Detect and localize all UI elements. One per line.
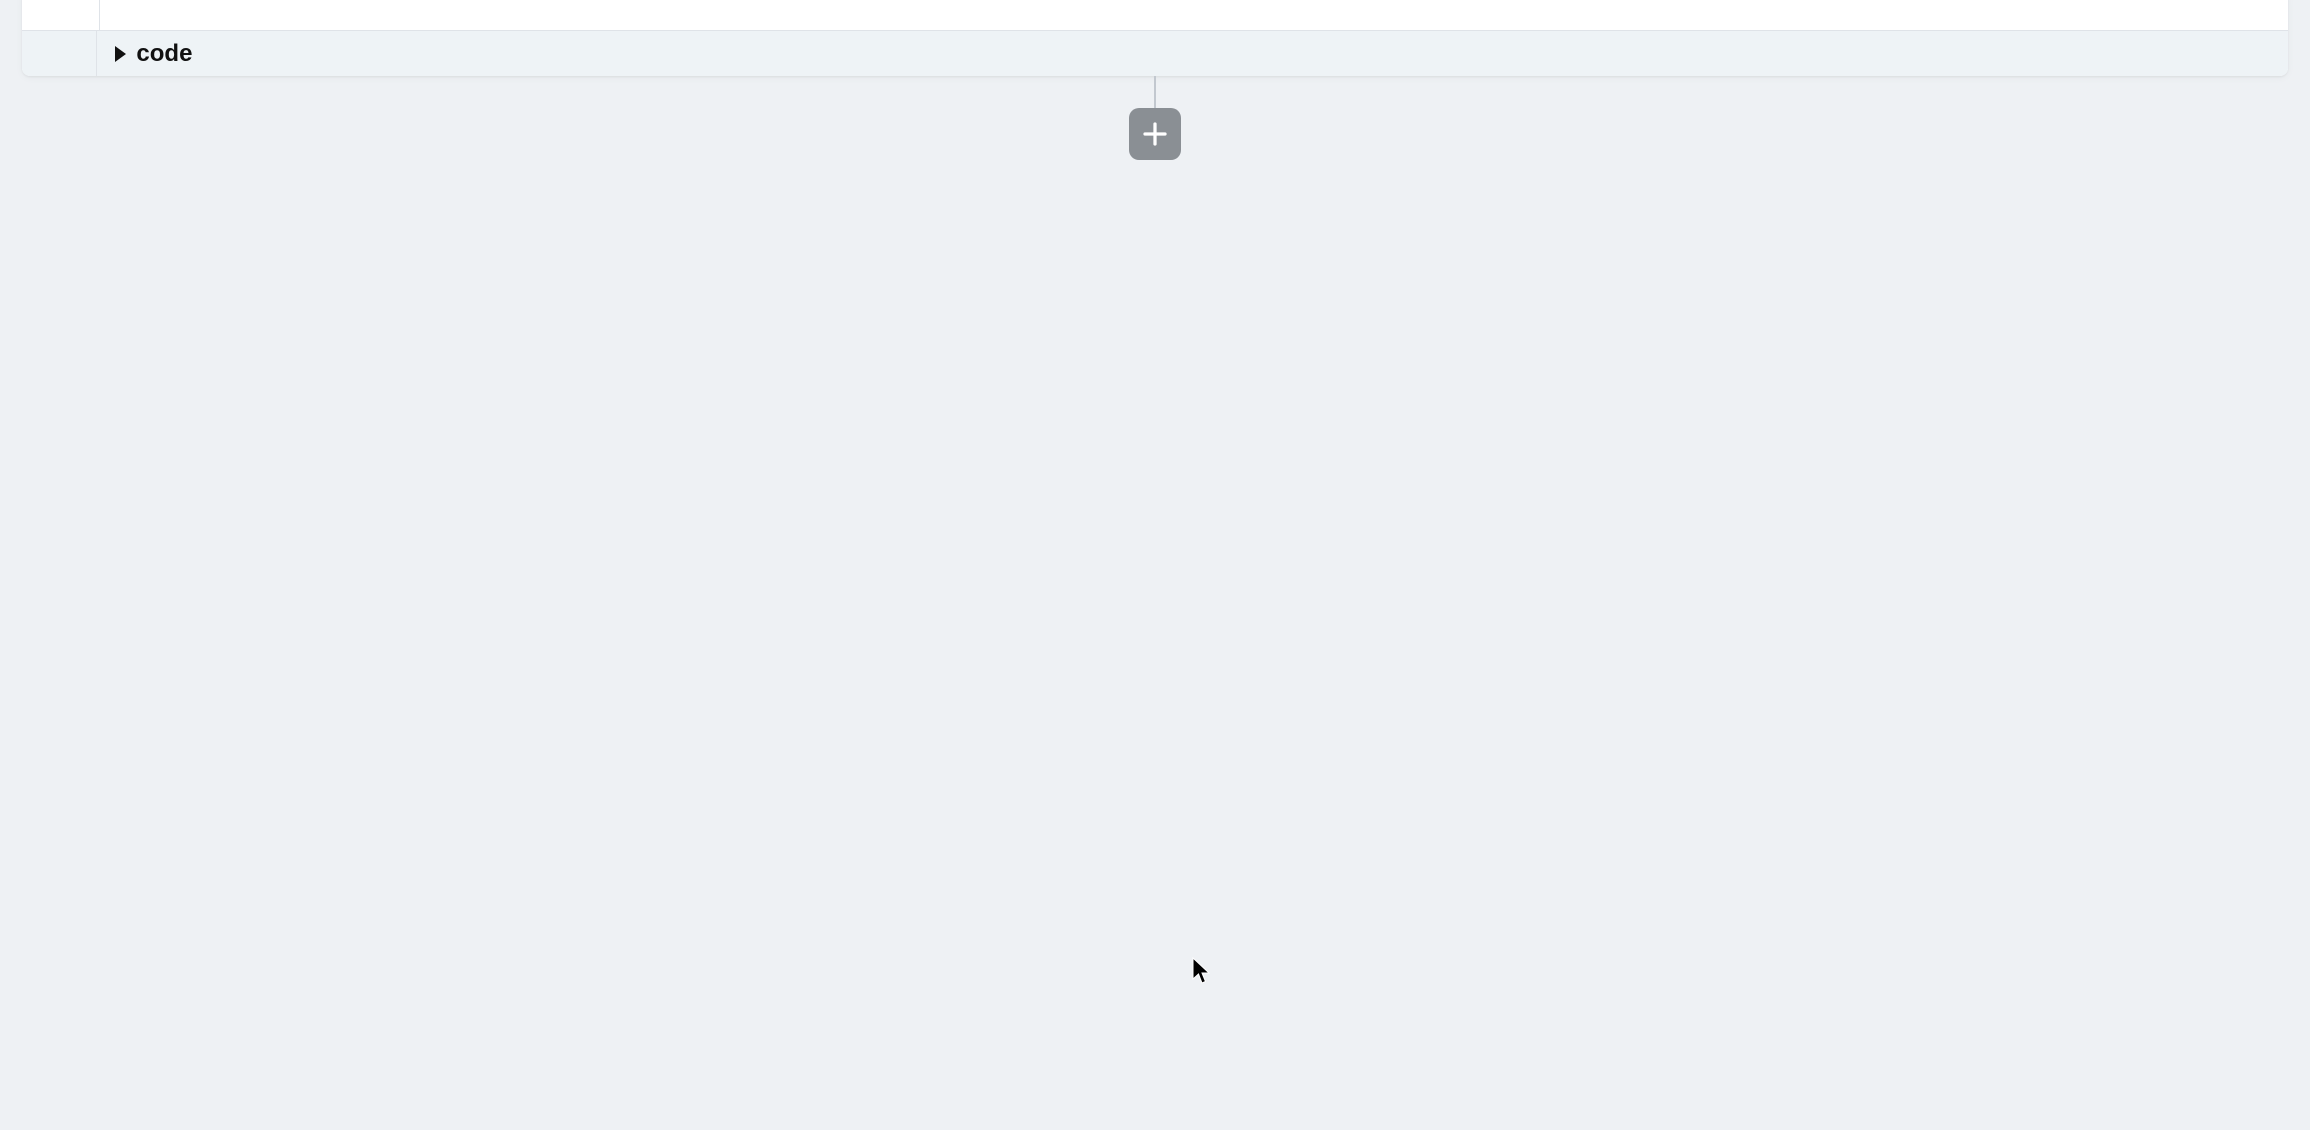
notebook-cell: code — [22, 0, 2288, 76]
notebook-canvas: code — [0, 0, 2310, 1130]
cell-connector-line — [1154, 76, 1156, 110]
mouse-cursor-icon — [1192, 957, 1212, 985]
code-toggle-row[interactable]: code — [22, 30, 2288, 76]
add-cell-button[interactable] — [1129, 108, 1181, 160]
cell-gutter — [22, 31, 97, 76]
code-toggle-label: code — [136, 40, 192, 68]
plus-icon — [1140, 119, 1170, 149]
code-toggle[interactable]: code — [97, 31, 2288, 76]
cell-gutter — [22, 0, 100, 30]
expand-right-icon — [115, 46, 126, 62]
cell-output-area — [22, 0, 2288, 30]
